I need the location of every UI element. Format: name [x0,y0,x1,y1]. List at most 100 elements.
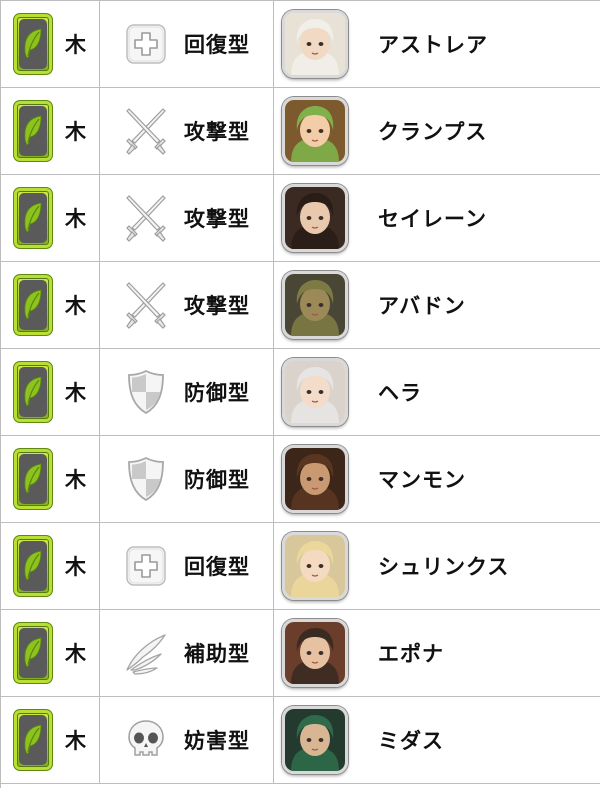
character-portrait[interactable] [282,184,348,252]
attribute-cell: 木 [1,1,100,87]
wood-attribute-icon [13,361,53,423]
character-cell[interactable]: アストレア [274,1,600,87]
crossed-swords-icon [122,105,170,157]
wood-attribute-icon [13,13,53,75]
type-label: 攻撃型 [184,120,250,144]
wood-attribute-icon [13,448,53,510]
type-cell: 回復型 [100,1,274,87]
table-row: 木 妨害型 ミダス [1,697,600,784]
wood-attribute-icon [13,622,53,684]
character-cell[interactable]: マンモン [274,436,600,522]
character-cell[interactable]: エポナ [274,610,600,696]
type-cell: 補助型 [100,610,274,696]
table-row: 木 回復型 アストレア [1,0,600,88]
character-portrait[interactable] [282,358,348,426]
character-name: エポナ [378,642,444,666]
type-cell: 防御型 [100,436,274,522]
type-cell: 防御型 [100,349,274,435]
attribute-label: 木 [65,468,87,492]
attribute-label: 木 [65,555,87,579]
crossed-swords-icon [122,279,170,331]
character-name: シュリンクス [378,555,510,579]
attribute-cell: 木 [1,610,100,696]
skull-icon [122,714,170,766]
leaf-icon [19,193,47,243]
shield-icon [122,366,170,418]
character-portrait[interactable] [282,532,348,600]
character-cell[interactable]: クランプス [274,88,600,174]
attribute-label: 木 [65,729,87,753]
leaf-glyph [24,28,42,59]
character-table: 木 回復型 アストレア 木 攻撃型 クランプス 木 攻撃型 セイレーン 木 攻撃… [0,0,600,788]
character-cell[interactable]: シュリンクス [274,523,600,609]
type-label: 補助型 [184,642,250,666]
character-portrait[interactable] [282,10,348,78]
wood-attribute-icon [13,187,53,249]
attribute-cell: 木 [1,88,100,174]
attribute-cell: 木 [1,697,100,783]
type-label: 防御型 [184,468,250,492]
leaf-glyph [24,376,42,407]
character-cell[interactable]: アバドン [274,262,600,348]
character-name: アバドン [378,294,466,318]
attribute-label: 木 [65,381,87,405]
type-label: 攻撃型 [184,294,250,318]
wood-attribute-icon [13,709,53,771]
wood-attribute-icon [13,100,53,162]
attribute-label: 木 [65,207,87,231]
type-label: 攻撃型 [184,207,250,231]
character-name: ヘラ [378,381,422,405]
table-row: 木 回復型 シュリンクス [1,523,600,610]
type-label: 防御型 [184,381,250,405]
leaf-glyph [24,115,42,146]
table-row: 木 防御型 ヘラ [1,349,600,436]
table-row: 木 防御型 マンモン [1,436,600,523]
attribute-cell: 木 [1,436,100,522]
leaf-glyph [24,202,42,233]
table-row: 木 攻撃型 アバドン [1,262,600,349]
table-row: 木 攻撃型 クランプス [1,88,600,175]
character-portrait[interactable] [282,271,348,339]
character-name: アストレア [378,33,488,57]
cross-icon [122,540,170,592]
leaf-icon [19,454,47,504]
character-cell[interactable]: ヘラ [274,349,600,435]
character-portrait[interactable] [282,445,348,513]
attribute-cell: 木 [1,349,100,435]
type-label: 回復型 [184,555,250,579]
leaf-icon [19,19,47,69]
leaf-icon [19,280,47,330]
attribute-label: 木 [65,642,87,666]
wood-attribute-icon [13,274,53,336]
leaf-glyph [24,724,42,755]
wood-attribute-icon [13,535,53,597]
character-cell[interactable]: セイレーン [274,175,600,261]
wing-icon [122,627,170,679]
type-cell: 攻撃型 [100,88,274,174]
cross-icon [122,18,170,70]
crossed-swords-icon [122,192,170,244]
leaf-glyph [24,463,42,494]
attribute-label: 木 [65,33,87,57]
attribute-cell: 木 [1,175,100,261]
attribute-label: 木 [65,294,87,318]
character-portrait[interactable] [282,97,348,165]
table-row: 木 攻撃型 セイレーン [1,175,600,262]
character-portrait[interactable] [282,619,348,687]
attribute-cell: 木 [1,262,100,348]
attribute-label: 木 [65,120,87,144]
type-cell: 攻撃型 [100,262,274,348]
leaf-icon [19,628,47,678]
leaf-icon [19,541,47,591]
leaf-glyph [24,637,42,668]
leaf-icon [19,106,47,156]
character-name: クランプス [378,120,488,144]
leaf-icon [19,367,47,417]
character-cell[interactable]: ミダス [274,697,600,783]
attribute-cell: 木 [1,523,100,609]
type-cell: 回復型 [100,523,274,609]
character-portrait[interactable] [282,706,348,774]
character-name: マンモン [378,468,466,492]
type-label: 回復型 [184,33,250,57]
type-cell: 妨害型 [100,697,274,783]
